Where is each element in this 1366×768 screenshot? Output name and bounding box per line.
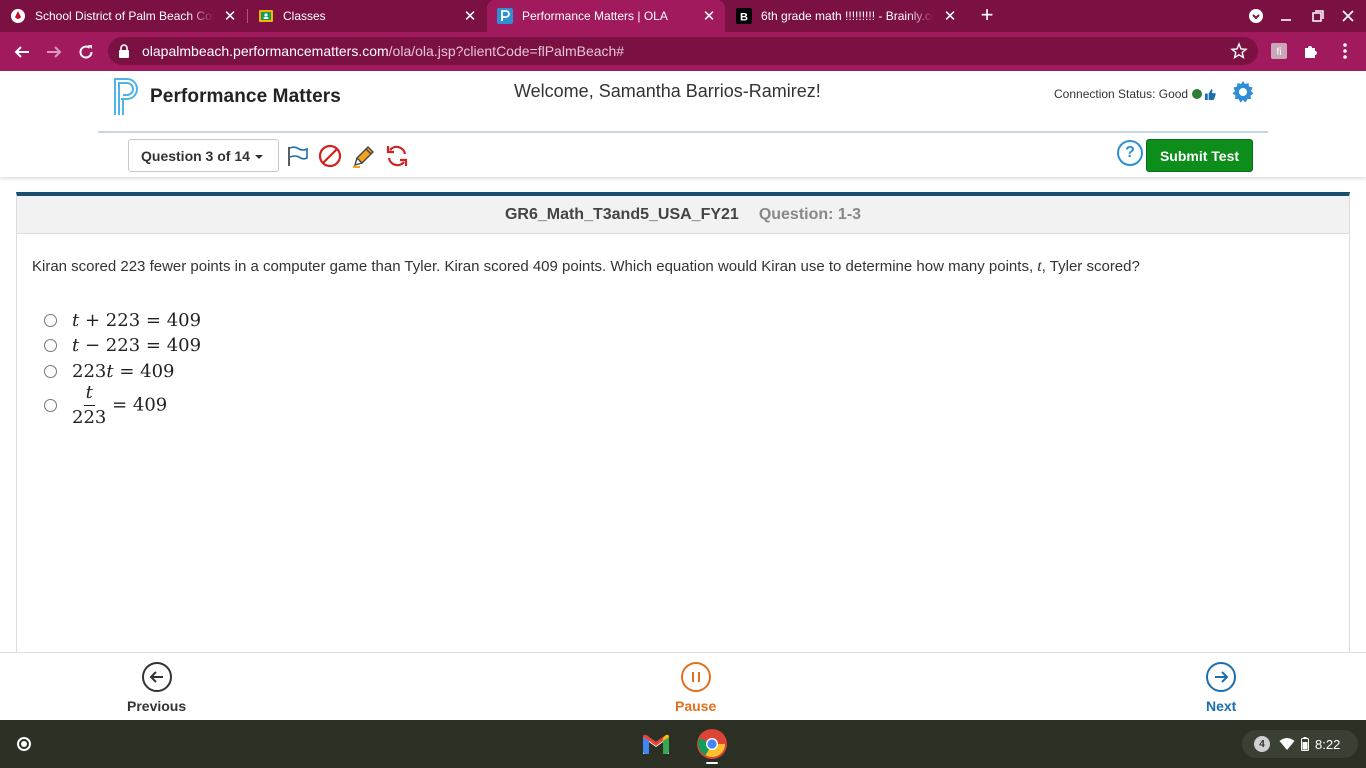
- bookmark-star-icon[interactable]: [1230, 42, 1248, 65]
- question-text: Kiran scored 223 fewer points in a compu…: [32, 258, 1140, 276]
- restore-icon[interactable]: [1308, 6, 1328, 26]
- gmail-icon[interactable]: [640, 728, 672, 760]
- close-tab-icon[interactable]: ✕: [942, 8, 958, 24]
- question-text-part: , Tyler scored?: [1041, 258, 1140, 275]
- welcome-message: Welcome, Samantha Barrios-Ramirez!: [514, 81, 821, 101]
- classroom-icon: [258, 8, 274, 24]
- connection-status: Connection Status: Good: [1054, 87, 1216, 101]
- puzzle-extensions-icon[interactable]: [1302, 42, 1320, 60]
- radio-button[interactable]: [44, 314, 57, 327]
- close-tab-icon[interactable]: ✕: [222, 8, 238, 24]
- logo-mark-icon: [114, 78, 138, 115]
- fraction: t 223: [72, 382, 107, 428]
- tab-brainly[interactable]: B 6th grade math !!!!!!!!! - Brainly.com…: [726, 0, 966, 32]
- reload-icon[interactable]: [74, 40, 98, 64]
- wifi-icon: [1279, 737, 1295, 751]
- highlighter-icon[interactable]: [351, 143, 377, 169]
- previous-label: Previous: [127, 698, 187, 714]
- pause-label: Pause: [675, 698, 717, 714]
- question-text-part: Kiran scored 223 fewer points in a compu…: [32, 258, 1038, 275]
- answer-choice-b[interactable]: t − 223 = 409: [44, 335, 201, 356]
- radio-button[interactable]: [44, 365, 57, 378]
- extension-icon[interactable]: fi: [1270, 42, 1288, 60]
- radio-button[interactable]: [44, 339, 57, 352]
- brainly-icon: B: [736, 8, 752, 24]
- tab-title: 6th grade math !!!!!!!!! - Brainly.com: [761, 9, 934, 23]
- status-dot-icon: [1192, 89, 1203, 99]
- chrome-icon[interactable]: [696, 728, 728, 764]
- tab-title: School District of Palm Beach County: [35, 9, 214, 23]
- radio-button[interactable]: [44, 399, 57, 412]
- minimize-icon[interactable]: [1276, 6, 1296, 26]
- close-tab-icon[interactable]: ✕: [462, 8, 478, 24]
- notification-badge: 4: [1254, 736, 1270, 752]
- status-tray[interactable]: 4 8:22: [1242, 730, 1358, 758]
- url-host: olapalmbeach.performancematters.com: [142, 43, 389, 59]
- choice-equation: 223t = 409: [72, 361, 175, 382]
- url-path: /ola/ola.jsp?clientCode=flPalmBeach#: [388, 43, 625, 59]
- answer-choice-a[interactable]: t + 223 = 409: [44, 310, 201, 331]
- tab-search-button[interactable]: [1246, 6, 1266, 26]
- header-divider: [98, 131, 1268, 133]
- browser-tab-strip: School District of Palm Beach County ✕ C…: [0, 0, 1366, 32]
- more-menu-icon[interactable]: [1336, 42, 1354, 60]
- connection-status-text: Connection Status: Good: [1054, 87, 1189, 101]
- launcher-icon[interactable]: [8, 728, 40, 760]
- help-button[interactable]: ?: [1117, 140, 1143, 166]
- os-shelf: 4 8:22: [0, 720, 1366, 768]
- eliminator-icon[interactable]: [317, 143, 343, 169]
- question-panel: GR6_Math_T3and5_USA_FY21 Question: 1-3 K…: [16, 192, 1350, 652]
- logo-text: Performance Matters: [150, 86, 341, 107]
- next-button[interactable]: Next: [1206, 662, 1236, 714]
- question-number: Question: 1-3: [758, 205, 862, 223]
- question-selector-label: Question 3 of 14: [141, 147, 250, 164]
- choice-equation: t 223 = 409: [72, 382, 168, 428]
- choice-equation: t − 223 = 409: [72, 335, 202, 356]
- school-district-icon: [10, 8, 26, 24]
- pause-button[interactable]: Pause: [675, 662, 716, 714]
- back-arrow-icon[interactable]: [10, 40, 34, 64]
- gear-icon[interactable]: [1231, 80, 1255, 109]
- forward-arrow-icon[interactable]: [42, 40, 66, 64]
- footer-nav: Previous Pause Next: [0, 652, 1366, 720]
- running-indicator: [706, 762, 718, 764]
- choice-equation: t + 223 = 409: [72, 310, 202, 331]
- question-selector-dropdown[interactable]: Question 3 of 14: [128, 139, 279, 172]
- reset-icon[interactable]: [384, 143, 410, 169]
- chevron-down-icon: [254, 154, 263, 159]
- submit-test-button[interactable]: Submit Test: [1146, 139, 1253, 172]
- performance-matters-icon: [497, 8, 513, 24]
- arrow-right-icon: [1206, 662, 1237, 692]
- svg-text:B: B: [740, 12, 748, 24]
- address-bar[interactable]: olapalmbeach.performancematters.com/ola/…: [108, 37, 1258, 65]
- app-header: Performance Matters Welcome, Samantha Ba…: [0, 71, 1366, 177]
- previous-button[interactable]: Previous: [127, 662, 186, 714]
- tab-performance-matters[interactable]: Performance Matters | OLA ✕: [487, 0, 725, 32]
- question-title-bar: GR6_Math_T3and5_USA_FY21 Question: 1-3: [17, 196, 1349, 234]
- browser-toolbar: olapalmbeach.performancematters.com/ola/…: [0, 32, 1366, 71]
- close-tab-icon[interactable]: ✕: [701, 8, 717, 24]
- battery-icon: [1301, 737, 1309, 751]
- close-window-icon[interactable]: [1338, 6, 1358, 26]
- answer-choice-c[interactable]: 223t = 409: [44, 361, 174, 382]
- flag-icon[interactable]: [284, 143, 310, 169]
- arrow-left-icon: [141, 662, 172, 692]
- tab-title: Performance Matters | OLA: [522, 9, 668, 23]
- thumbs-up-icon: [1205, 88, 1216, 100]
- url-text: olapalmbeach.performancematters.com/ola/…: [142, 43, 624, 59]
- answer-choice-d[interactable]: t 223 = 409: [44, 382, 167, 429]
- new-tab-button[interactable]: +: [976, 4, 998, 27]
- lock-icon: [118, 44, 130, 63]
- pause-icon: [680, 662, 711, 692]
- svg-text:fi: fi: [1277, 47, 1282, 58]
- tab-title: Classes: [283, 9, 326, 23]
- tab-school-district[interactable]: School District of Palm Beach County ✕: [0, 0, 246, 32]
- tab-classes[interactable]: Classes ✕: [248, 0, 486, 32]
- next-label: Next: [1206, 698, 1237, 714]
- test-name: GR6_Math_T3and5_USA_FY21: [504, 205, 739, 223]
- clock-time: 8:22: [1315, 736, 1341, 752]
- performance-matters-logo[interactable]: Performance Matters: [112, 77, 341, 117]
